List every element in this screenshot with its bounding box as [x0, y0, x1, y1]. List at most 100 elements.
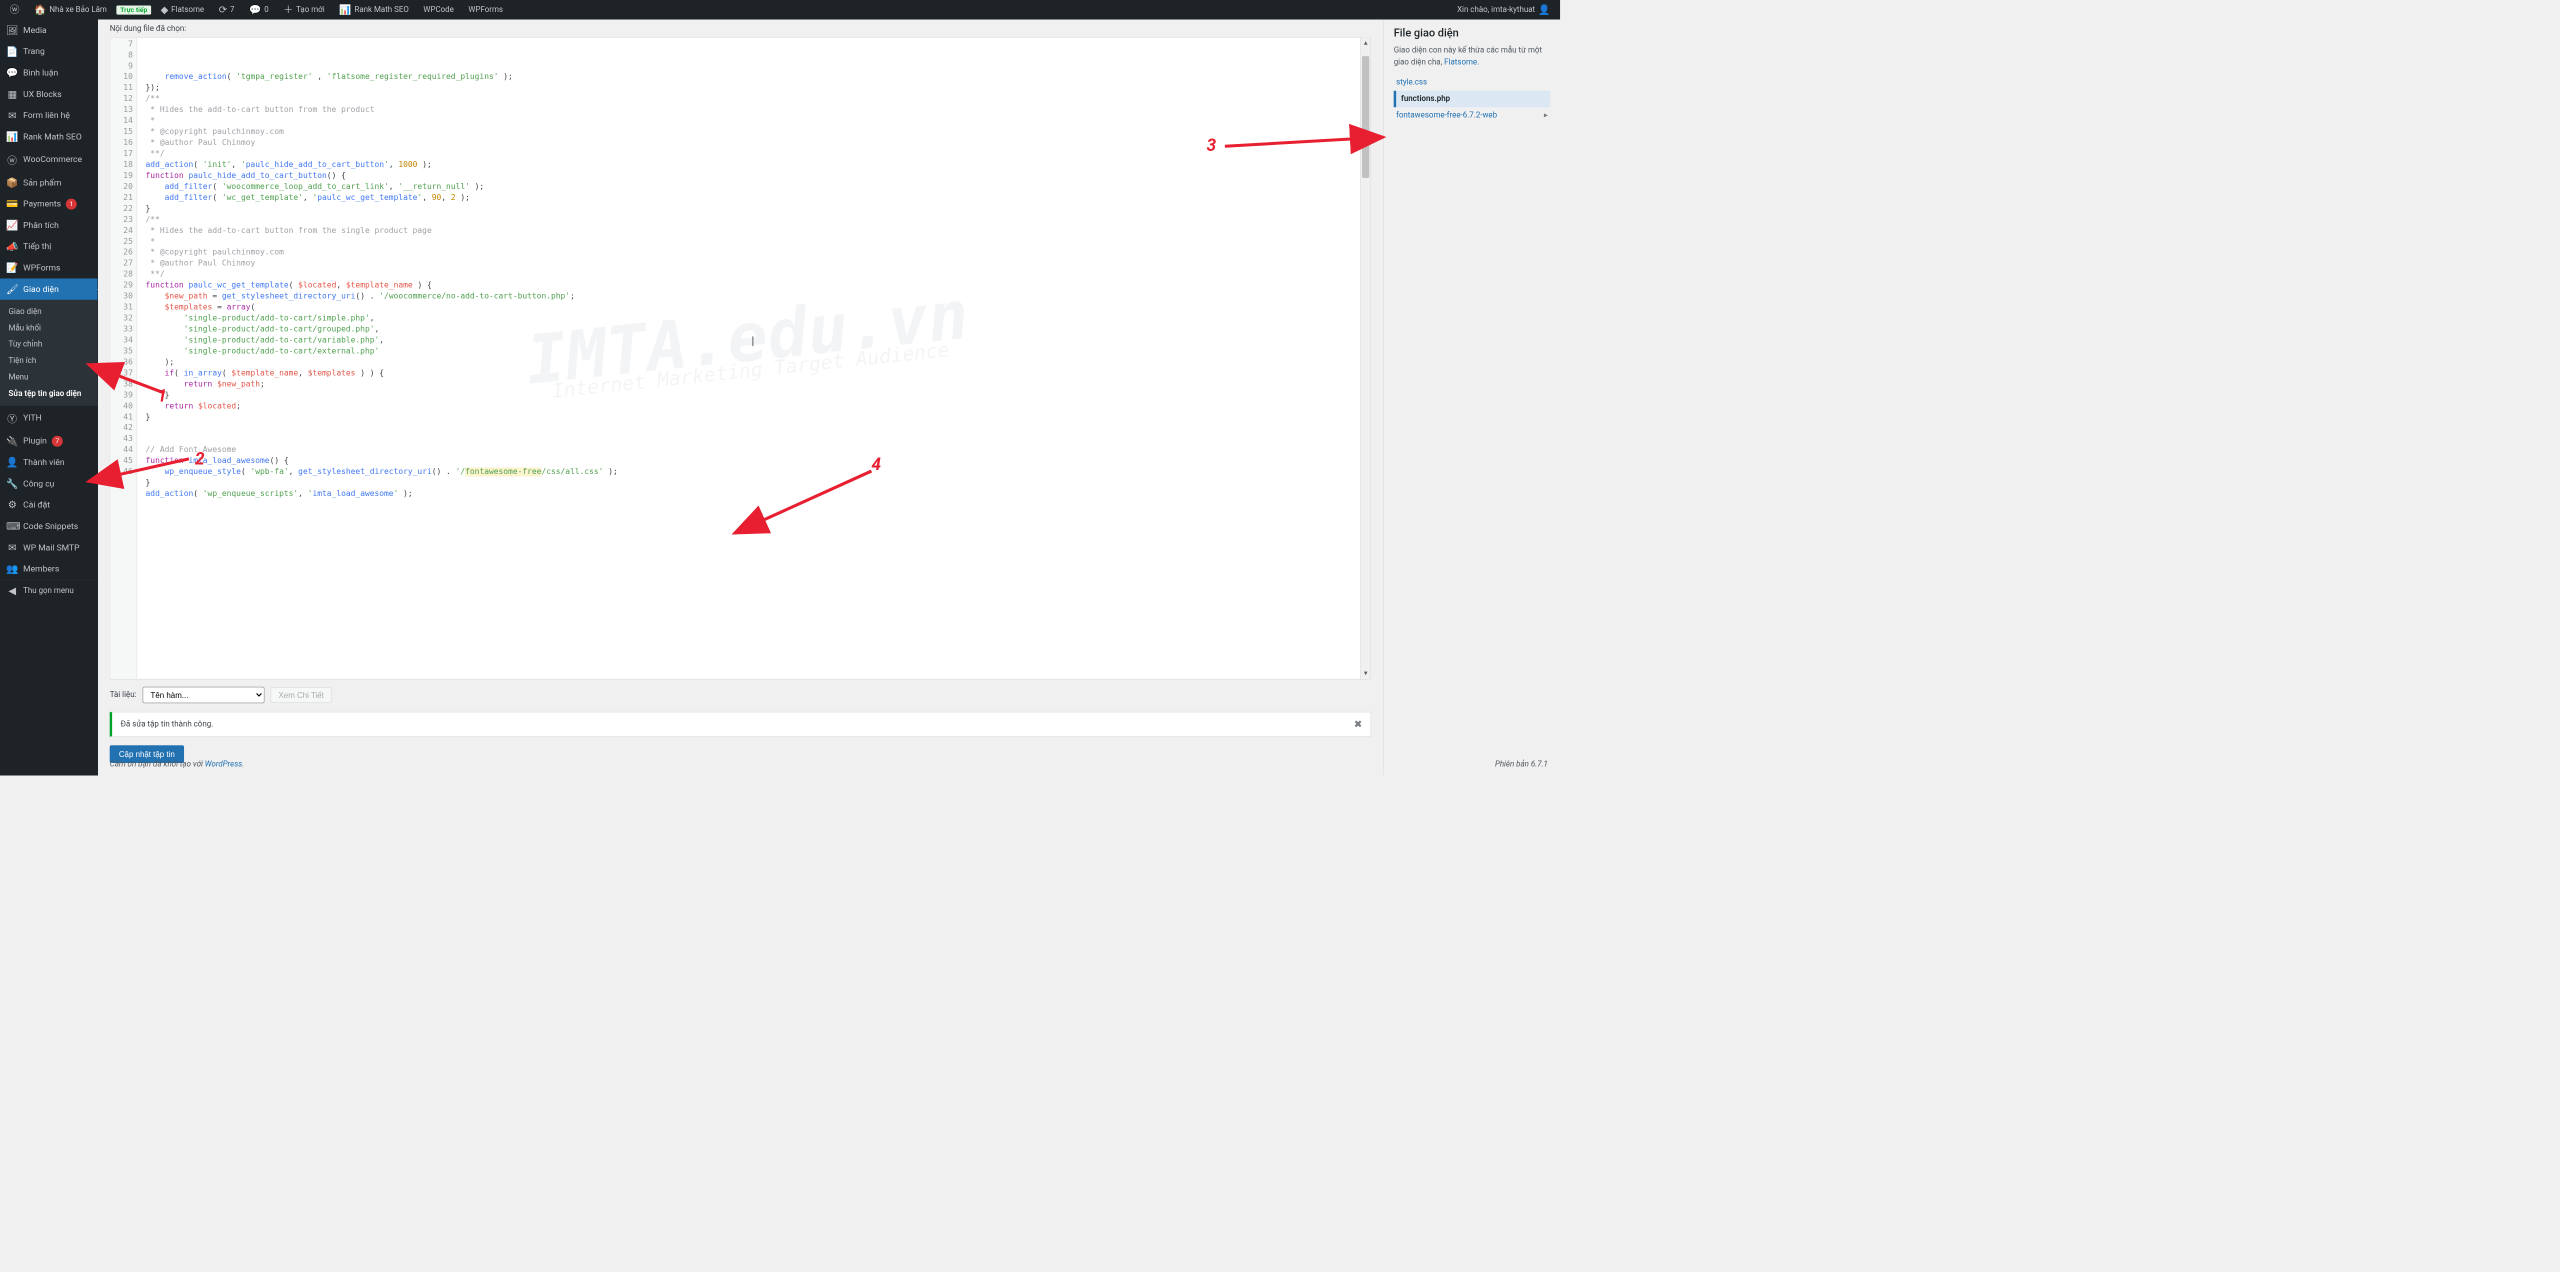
code-line[interactable]: function paulc_wc_get_template( $located…: [141, 280, 1357, 291]
code-line[interactable]: * Hides the add-to-cart button from the …: [141, 225, 1357, 236]
sidebar-item-cài-đặt[interactable]: ⚙Cài đặt: [0, 494, 98, 515]
code-line[interactable]: * Hides the add-to-cart button from the …: [141, 105, 1357, 116]
text-caret: [753, 336, 754, 346]
code-line[interactable]: * @copyright paulchinmoy.com: [141, 127, 1357, 138]
sidebar-item-members[interactable]: 👥Members: [0, 558, 98, 579]
code-line[interactable]: [141, 500, 1357, 511]
scroll-down-arrow[interactable]: ▼: [1361, 669, 1371, 679]
sidebar-item-thành-viên[interactable]: 👤Thành viên: [0, 452, 98, 473]
code-line[interactable]: add_filter( 'wc_get_template', 'paulc_wc…: [141, 193, 1357, 204]
function-select[interactable]: Tên hàm...: [143, 687, 265, 703]
greeting[interactable]: Xin chào, imta-kythuat 👤: [1452, 0, 1555, 20]
submenu-item-tùy-chỉnh[interactable]: Tùy chỉnh: [0, 336, 98, 352]
code-line[interactable]: // Add Font Awesome: [141, 445, 1357, 456]
code-line[interactable]: * @author Paul Chinmoy: [141, 258, 1357, 269]
scroll-thumb[interactable]: [1362, 56, 1369, 178]
code-line[interactable]: [141, 423, 1357, 434]
site-name[interactable]: 🏠Nhà xe Bảo Lâm: [29, 0, 111, 20]
line-number: 38: [110, 379, 133, 390]
code-line[interactable]: if( in_array( $template_name, $templates…: [141, 368, 1357, 379]
code-line[interactable]: [141, 434, 1357, 445]
sidebar-item-yith[interactable]: ⓎYITH: [0, 406, 98, 430]
submenu-item-giao-diện[interactable]: Giao diện: [0, 303, 98, 319]
code-line[interactable]: function paulc_hide_add_to_cart_button()…: [141, 171, 1357, 182]
file-item-fontawesome-free-6-7-2-web[interactable]: fontawesome-free-6.7.2-web: [1394, 107, 1551, 123]
submenu-item-menu[interactable]: Menu: [0, 369, 98, 385]
code-line[interactable]: 'single-product/add-to-cart/variable.php…: [141, 335, 1357, 346]
parent-theme-link[interactable]: Flatsome: [1444, 58, 1477, 67]
sidebar-label: Media: [23, 25, 46, 35]
submenu-item-tiện-ích[interactable]: Tiện ích: [0, 353, 98, 369]
code-line[interactable]: $new_path = get_stylesheet_directory_uri…: [141, 291, 1357, 302]
sidebar-item-wpforms[interactable]: 📝WPForms: [0, 257, 98, 278]
collapse-menu[interactable]: ◀Thu gọn menu: [0, 580, 98, 602]
rankmath-link[interactable]: 📊Rank Math SEO: [334, 0, 413, 20]
code-line[interactable]: }: [141, 390, 1357, 401]
line-number: 32: [110, 313, 133, 324]
code-line[interactable]: }: [141, 204, 1357, 215]
code-line[interactable]: *: [141, 116, 1357, 127]
vertical-scrollbar[interactable]: ▲ ▼: [1360, 38, 1370, 679]
code-line[interactable]: add_filter( 'woocommerce_loop_add_to_car…: [141, 182, 1357, 193]
sidebar-item-code-snippets[interactable]: ⌨Code Snippets: [0, 516, 98, 537]
code-line[interactable]: wp_enqueue_style( 'wpb-fa', get_styleshe…: [141, 467, 1357, 478]
lookup-button[interactable]: Xem Chi Tiết: [271, 687, 332, 702]
sidebar-item-phân-tích[interactable]: 📈Phân tích: [0, 215, 98, 236]
sidebar-item-media[interactable]: 🖼 Media: [0, 20, 98, 41]
code-line[interactable]: **/: [141, 269, 1357, 280]
sidebar-item-payments[interactable]: 💳Payments1: [0, 193, 98, 214]
code-line[interactable]: *: [141, 236, 1357, 247]
sidebar-item-bình-luận[interactable]: 💬Bình luận: [0, 62, 98, 83]
file-item-style-css[interactable]: style.css: [1394, 74, 1551, 90]
wp-logo[interactable]: ⓦ: [5, 0, 25, 20]
sidebar-item-plugin[interactable]: 🔌Plugin7: [0, 430, 98, 451]
code-line[interactable]: /**: [141, 94, 1357, 105]
wpforms-link[interactable]: WPForms: [464, 0, 508, 20]
code-line[interactable]: }: [141, 478, 1357, 489]
code-line[interactable]: 'single-product/add-to-cart/external.php…: [141, 346, 1357, 357]
code-line[interactable]: 'single-product/add-to-cart/simple.php',: [141, 313, 1357, 324]
code-line[interactable]: $templates = array(: [141, 302, 1357, 313]
wpcode-link[interactable]: WPCode: [419, 0, 459, 20]
code-line[interactable]: });: [141, 83, 1357, 94]
flatsome-link[interactable]: ◆Flatsome: [156, 0, 209, 20]
code-line[interactable]: **/: [141, 149, 1357, 160]
sidebar-item-woocommerce[interactable]: ⓦWooCommerce: [0, 147, 98, 171]
code-line[interactable]: function imta_load_awesome() {: [141, 456, 1357, 467]
code-line[interactable]: }: [141, 412, 1357, 423]
dismiss-icon[interactable]: ✖: [1354, 718, 1362, 730]
code-line[interactable]: add_action( 'init', 'paulc_hide_add_to_c…: [141, 160, 1357, 171]
sidebar-item-công-cụ[interactable]: 🔧Công cụ: [0, 473, 98, 494]
submenu-item-sửa-tệp-tin-giao-diện[interactable]: Sửa tệp tin giao diện: [0, 386, 98, 402]
comments[interactable]: 💬0: [244, 0, 273, 20]
code-editor[interactable]: 7891011121314151617181920212223242526272…: [110, 37, 1371, 679]
sidebar-item-tiếp-thị[interactable]: 📣Tiếp thị: [0, 236, 98, 257]
code-line[interactable]: );: [141, 357, 1357, 368]
code-line[interactable]: * @copyright paulchinmoy.com: [141, 247, 1357, 258]
line-number: 17: [110, 149, 133, 160]
updates[interactable]: ⟳7: [214, 0, 239, 20]
sidebar-item-form-liên-hệ[interactable]: ✉Form liên hệ: [0, 105, 98, 126]
code-line[interactable]: add_action( 'wp_enqueue_scripts', 'imta_…: [141, 489, 1357, 500]
sidebar-item-rank-math-seo[interactable]: 📊Rank Math SEO: [0, 126, 98, 147]
code-line[interactable]: * @author Paul Chinmoy: [141, 138, 1357, 149]
submenu-item-mẫu-khối[interactable]: Mẫu khối: [0, 320, 98, 336]
code-line[interactable]: return $located;: [141, 401, 1357, 412]
wordpress-link[interactable]: WordPress: [205, 760, 242, 769]
scroll-up-arrow[interactable]: ▲: [1361, 38, 1371, 48]
sidebar-item-wp-mail-smtp[interactable]: ✉WP Mail SMTP: [0, 537, 98, 558]
sidebar-item-sản-phẩm[interactable]: 📦Sản phẩm: [0, 172, 98, 193]
code-line[interactable]: remove_action( 'tgmpa_register' , 'flats…: [141, 72, 1357, 83]
sidebar-item-giao-diện[interactable]: 🖌Giao diện: [0, 278, 98, 299]
sidebar-icon: 📦: [6, 177, 18, 189]
code-line[interactable]: return $new_path;: [141, 379, 1357, 390]
sidebar-icon: 🖼: [6, 24, 18, 36]
line-number: 41: [110, 412, 133, 423]
code-area[interactable]: IMTA.edu.vn Internet Marketing Target Au…: [137, 38, 1360, 679]
code-line[interactable]: 'single-product/add-to-cart/grouped.php'…: [141, 324, 1357, 335]
file-item-functions-php[interactable]: functions.php: [1394, 91, 1551, 107]
sidebar-item-trang[interactable]: 📄Trang: [0, 41, 98, 62]
new-content[interactable]: ＋Tạo mới: [278, 0, 329, 20]
code-line[interactable]: /**: [141, 215, 1357, 226]
sidebar-item-ux-blocks[interactable]: ▦UX Blocks: [0, 83, 98, 104]
